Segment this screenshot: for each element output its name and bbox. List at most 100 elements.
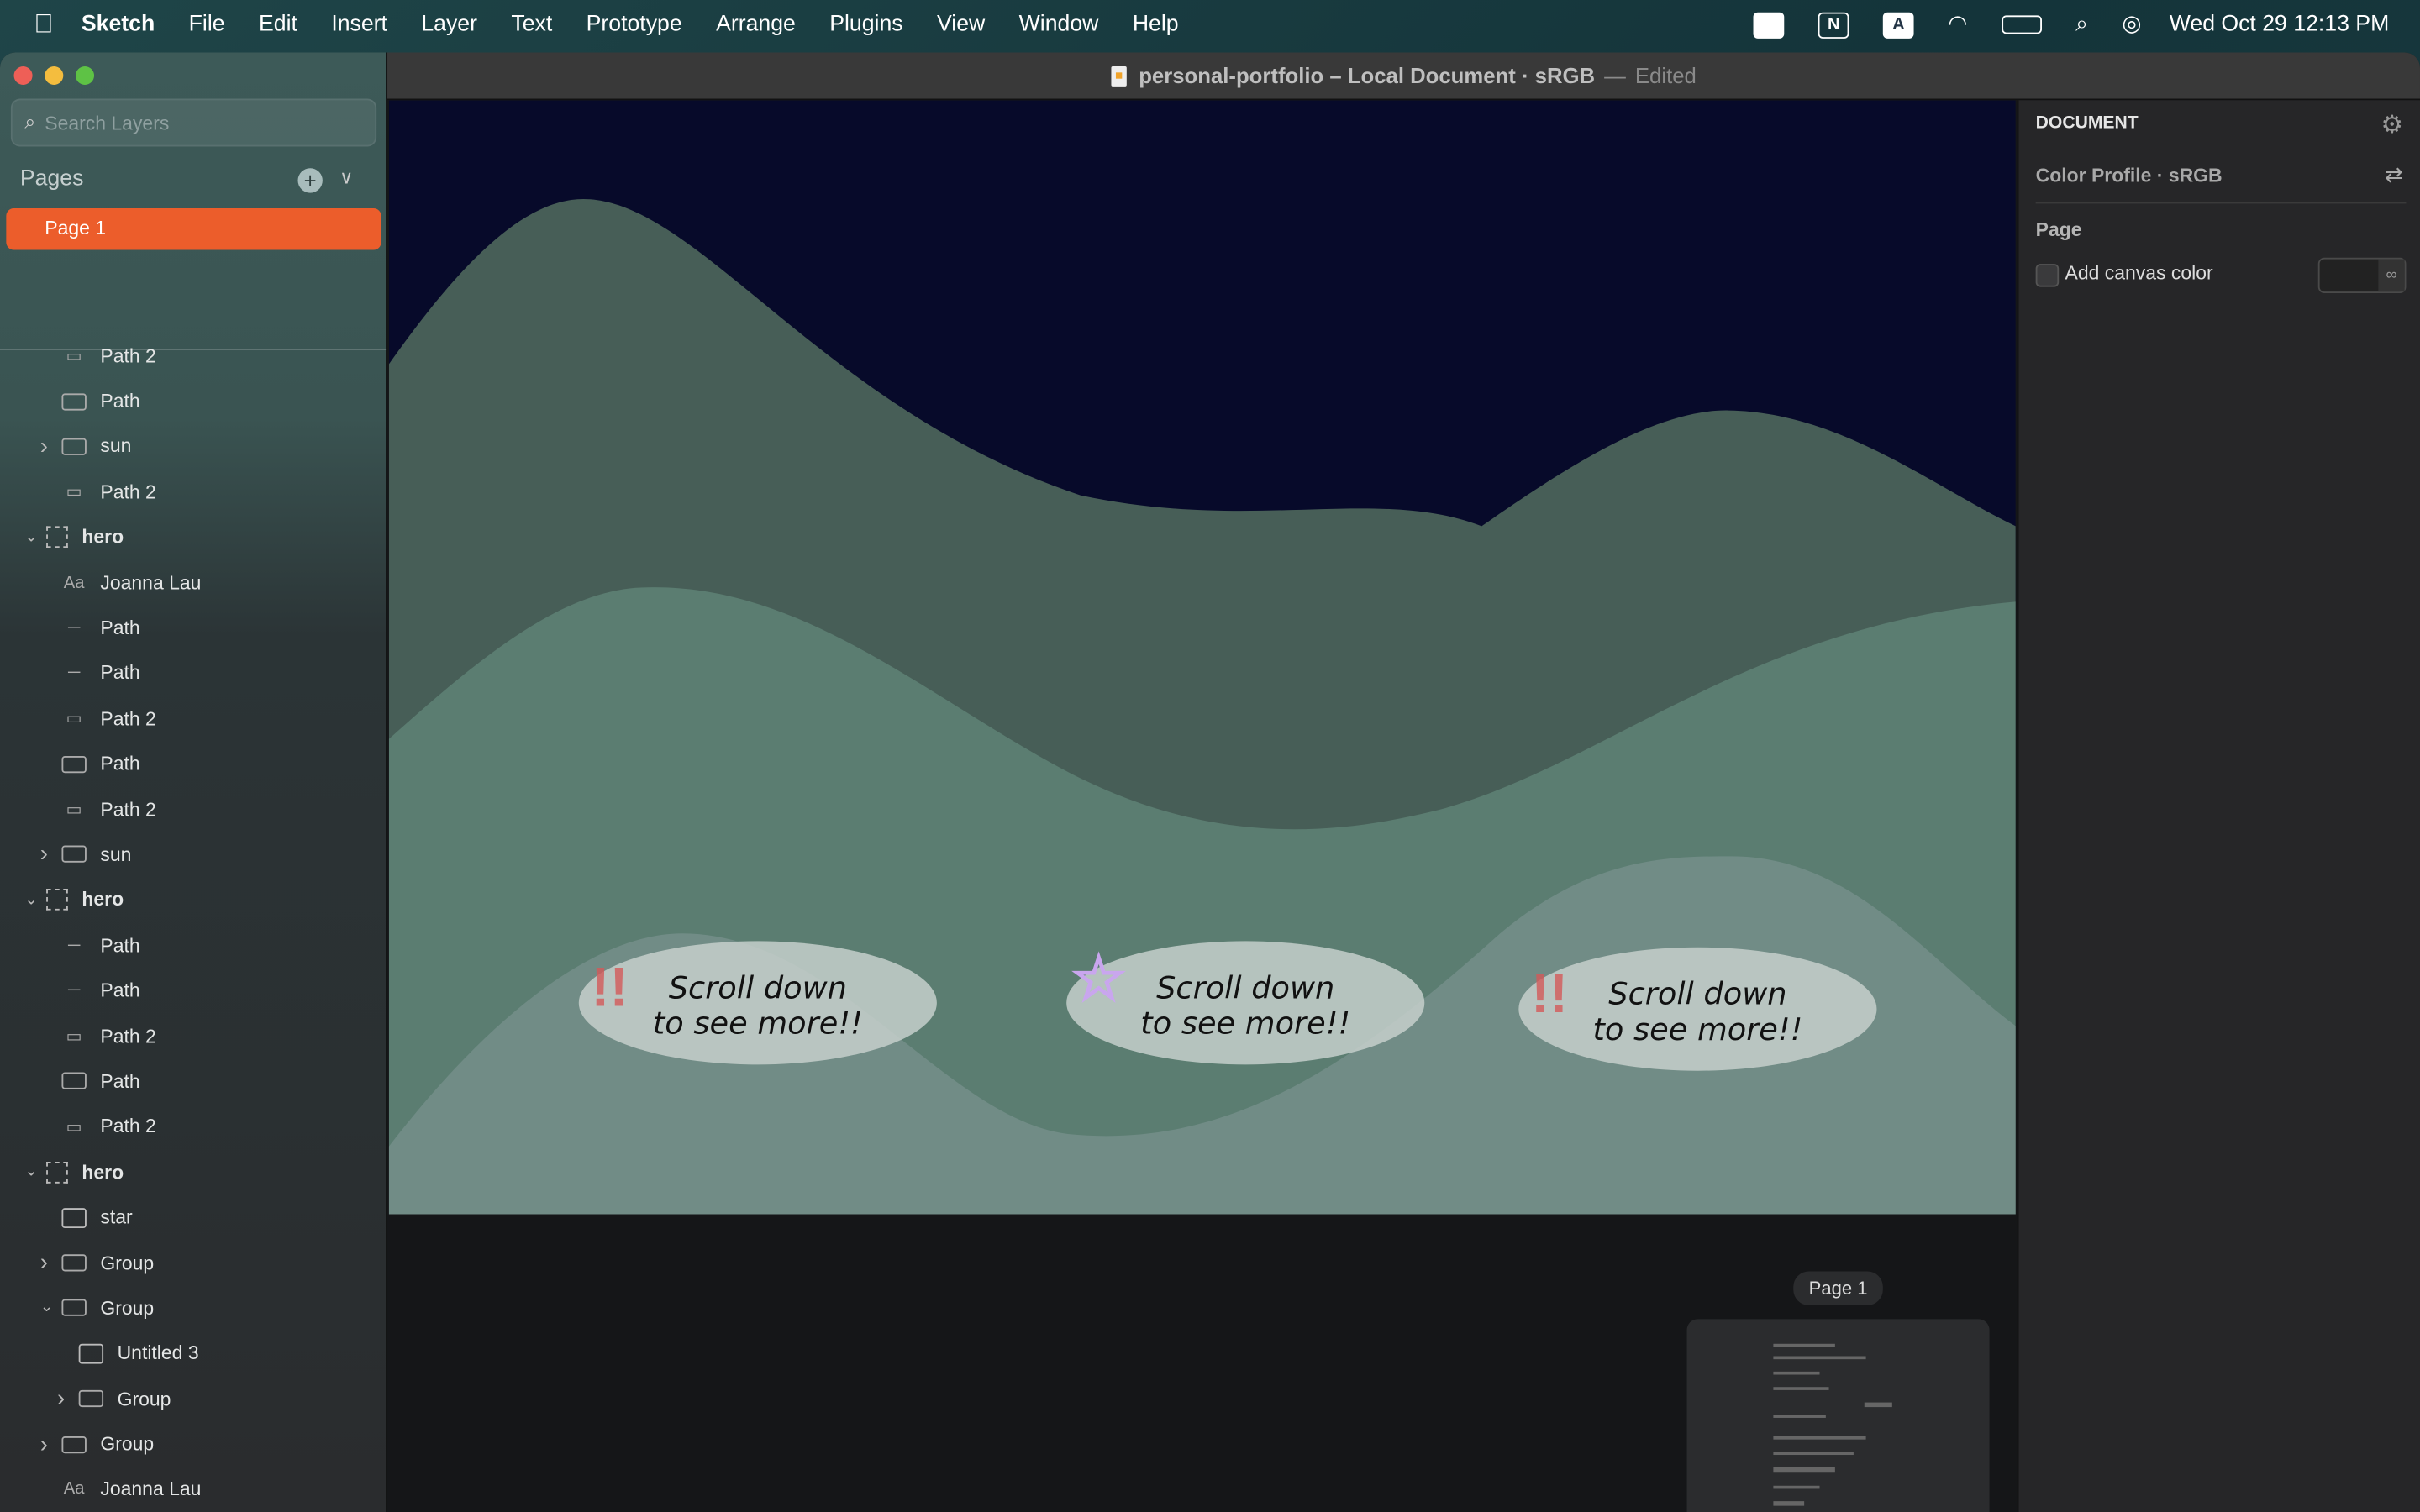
inspector-panel: DOCUMENT ⚙ Color Profile · sRGB ⇄ Page A… bbox=[2017, 100, 2420, 1512]
pages-divider[interactable] bbox=[0, 349, 387, 350]
add-page-button[interactable]: + bbox=[297, 168, 323, 193]
layer-name: Group bbox=[100, 1252, 155, 1274]
bubble-text: Scroll down bbox=[669, 969, 847, 1005]
input-source-icon[interactable]: A bbox=[1883, 11, 1914, 38]
layer-row[interactable]: ▭ Path 2 bbox=[0, 787, 386, 832]
layer-name: Path bbox=[100, 934, 140, 957]
folder-icon bbox=[61, 438, 87, 455]
chevron-right-icon[interactable]: › bbox=[40, 433, 48, 459]
page-item-page-1[interactable]: Page 1 bbox=[6, 207, 381, 250]
layer-row[interactable]: Aa Joanna Lau bbox=[0, 560, 386, 606]
layer-row[interactable]: ⌄ Group bbox=[0, 1285, 386, 1331]
layer-row[interactable]: star bbox=[0, 1194, 386, 1240]
layer-row[interactable]: › Group bbox=[0, 1240, 386, 1285]
layer-list: ▭ Path 2 Path › sun ▭ Path 2 ⌄ hero Aa Joanna Lau ─… bbox=[0, 333, 386, 1512]
layer-name: Path 2 bbox=[100, 798, 156, 821]
layer-row[interactable]: ─ Path bbox=[0, 968, 386, 1013]
search-layers-input[interactable]: ⌕ Search Layers bbox=[10, 98, 377, 147]
title-separator: — bbox=[1604, 63, 1626, 88]
menu-edit[interactable]: Edit bbox=[259, 13, 297, 37]
menu-text[interactable]: Text bbox=[511, 13, 552, 37]
menu-file[interactable]: File bbox=[189, 13, 225, 37]
chevron-down-icon[interactable]: ⌄ bbox=[40, 1299, 53, 1316]
search-placeholder: Search Layers bbox=[45, 112, 170, 134]
chevron-down-icon[interactable]: ⌄ bbox=[24, 529, 37, 546]
chevron-right-icon[interactable]: › bbox=[40, 842, 48, 868]
bubble-text: to see more!! bbox=[1140, 1005, 1350, 1042]
chevron-down-icon[interactable]: ⌄ bbox=[24, 891, 37, 908]
collapse-pages-chevron-icon[interactable]: ∨ bbox=[339, 166, 353, 188]
spotlight-icon[interactable]: ⌕ bbox=[2075, 13, 2088, 37]
menu-layer[interactable]: Layer bbox=[421, 13, 477, 37]
layer-row[interactable]: ⌄ hero bbox=[0, 515, 386, 560]
add-canvas-color-checkbox[interactable] bbox=[2035, 264, 2060, 287]
chevron-right-icon[interactable]: › bbox=[57, 1386, 65, 1412]
layer-name: Group bbox=[100, 1297, 155, 1320]
layer-row[interactable]: ▭ Path 2 bbox=[0, 696, 386, 742]
window-icon[interactable] bbox=[1753, 11, 1785, 38]
layer-row[interactable]: Path bbox=[0, 379, 386, 424]
image-icon bbox=[78, 1343, 104, 1364]
menu-view[interactable]: View bbox=[937, 13, 985, 37]
zoom-window-button[interactable] bbox=[75, 66, 95, 86]
layer-row[interactable]: › Group bbox=[0, 1421, 386, 1467]
swap-icon[interactable]: ⇄ bbox=[2385, 162, 2403, 188]
battery-icon[interactable] bbox=[2001, 15, 2042, 34]
shape-icon: ▭ bbox=[66, 483, 82, 502]
layer-row[interactable]: Path bbox=[0, 1058, 386, 1104]
chevron-down-icon[interactable]: ⌄ bbox=[24, 1163, 37, 1180]
path-icon: ─ bbox=[67, 936, 81, 955]
folder-icon bbox=[61, 755, 87, 773]
close-window-button[interactable] bbox=[13, 66, 33, 86]
menu-app-name[interactable]: Sketch bbox=[82, 13, 155, 37]
layer-name: Group bbox=[100, 1433, 155, 1456]
layer-row[interactable]: › sun bbox=[0, 424, 386, 470]
layer-row[interactable]: Path bbox=[0, 742, 386, 787]
layer-row[interactable]: ─ Path bbox=[0, 923, 386, 969]
hero-artboard[interactable]: !! Scroll downto see more!!☆ Scroll downto… bbox=[388, 100, 2016, 1215]
layer-row[interactable]: ─ Path bbox=[0, 606, 386, 651]
bubble-text: to see more!! bbox=[1592, 1011, 1802, 1047]
layers-sidebar: ⌕ Search Layers Pages + ∨ Page 1 ▭ Path 2… bbox=[0, 52, 388, 1512]
control-center-icon[interactable]: ◎ bbox=[2122, 13, 2141, 37]
layer-name: Group bbox=[117, 1388, 171, 1410]
menu-arrange[interactable]: Arrange bbox=[716, 13, 796, 37]
add-canvas-color-label[interactable]: Add canvas color bbox=[2065, 262, 2213, 284]
layer-row[interactable]: ▭ Path 2 bbox=[0, 1104, 386, 1149]
wifi-icon[interactable]: ◠ bbox=[1948, 13, 1967, 37]
layer-row[interactable]: › Group bbox=[0, 1376, 386, 1421]
text-layer-icon: Aa bbox=[63, 573, 85, 592]
color-link-icon[interactable]: ∞ bbox=[2378, 259, 2405, 292]
menu-bar:  Sketch File Edit Insert Layer Text Prototyp… bbox=[0, 0, 2420, 50]
layer-row[interactable]: ⌄ hero bbox=[0, 1149, 386, 1194]
clock[interactable]: Wed Oct 29 12:13 PM bbox=[2170, 13, 2390, 37]
apple-icon[interactable]:  bbox=[34, 9, 53, 40]
notion-icon[interactable]: N bbox=[1818, 11, 1849, 38]
gear-icon[interactable]: ⚙ bbox=[2381, 109, 2402, 140]
layer-row[interactable]: ⌄ hero bbox=[0, 878, 386, 923]
exclamation-icon: !! bbox=[1531, 963, 1568, 1025]
menu-prototype[interactable]: Prototype bbox=[587, 13, 682, 37]
search-icon: ⌕ bbox=[24, 111, 36, 133]
canvas[interactable]: !! Scroll down to see more!! ☆ Scroll down to… bbox=[387, 100, 2018, 1512]
color-profile-label: Color Profile · sRGB bbox=[2035, 165, 2223, 187]
layer-name: Path 2 bbox=[100, 1025, 156, 1047]
chevron-right-icon[interactable]: › bbox=[40, 1250, 48, 1276]
star-icon: ☆ bbox=[1071, 943, 1127, 1013]
layer-name: Joanna Lau bbox=[100, 1478, 202, 1501]
menu-insert[interactable]: Insert bbox=[331, 13, 387, 37]
menu-help[interactable]: Help bbox=[1133, 13, 1179, 37]
layer-row[interactable]: ▭ Path 2 bbox=[0, 1013, 386, 1058]
layer-row[interactable]: ─ Path bbox=[0, 651, 386, 696]
menu-plugins[interactable]: Plugins bbox=[829, 13, 902, 37]
menu-window[interactable]: Window bbox=[1019, 13, 1099, 37]
layer-row[interactable]: ▭ Path 2 bbox=[0, 333, 386, 379]
minimap[interactable] bbox=[1686, 1319, 1990, 1512]
canvas-color-swatch[interactable]: ∞ bbox=[2317, 257, 2407, 293]
layer-row[interactable]: Aa Joanna Lau bbox=[0, 1467, 386, 1512]
layer-row[interactable]: ▭ Path 2 bbox=[0, 470, 386, 515]
chevron-right-icon[interactable]: › bbox=[40, 1431, 48, 1457]
layer-row[interactable]: › sun bbox=[0, 832, 386, 878]
minimize-window-button[interactable] bbox=[45, 66, 64, 86]
layer-row[interactable]: Untitled 3 bbox=[0, 1331, 386, 1376]
